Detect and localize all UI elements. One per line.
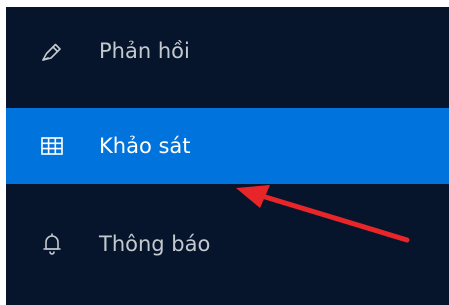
sidebar-menu: Phản hồi Khảo sát Thông báo	[6, 7, 449, 305]
feedback-icon	[39, 38, 65, 64]
bell-icon	[39, 231, 65, 257]
menu-item-feedback[interactable]: Phản hồi	[6, 12, 449, 90]
menu-item-survey[interactable]: Khảo sát	[6, 108, 449, 184]
table-icon	[39, 133, 65, 159]
menu-item-label: Phản hồi	[99, 39, 190, 63]
menu-item-notifications[interactable]: Thông báo	[6, 205, 449, 283]
menu-item-label: Thông báo	[99, 232, 211, 256]
menu-item-label: Khảo sát	[99, 134, 191, 158]
